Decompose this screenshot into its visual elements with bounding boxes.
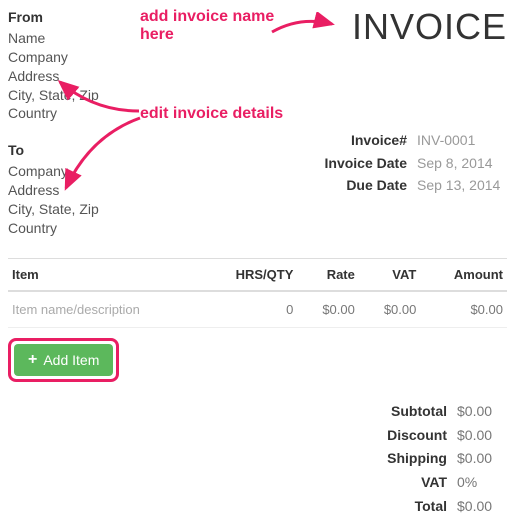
col-item: Item — [8, 258, 198, 291]
item-vat[interactable]: $0.00 — [359, 291, 420, 328]
item-rate[interactable]: $0.00 — [297, 291, 358, 328]
invoice-meta: Invoice# INV-0001 Invoice Date Sep 8, 20… — [312, 129, 507, 196]
col-qty: HRS/QTY — [198, 258, 298, 291]
total-label: Total — [377, 495, 447, 519]
due-date-label: Due Date — [312, 174, 407, 196]
col-rate: Rate — [297, 258, 358, 291]
item-amount: $0.00 — [420, 291, 507, 328]
due-date-value[interactable]: Sep 13, 2014 — [417, 174, 507, 196]
to-address[interactable]: Address — [8, 181, 99, 200]
invoice-date-value[interactable]: Sep 8, 2014 — [417, 152, 507, 174]
discount-label: Discount — [377, 424, 447, 448]
from-country[interactable]: Country — [8, 104, 99, 123]
to-label: To — [8, 141, 99, 160]
from-label: From — [8, 8, 99, 27]
add-item-highlight: + Add Item — [8, 338, 119, 382]
table-row[interactable]: Item name/description 0 $0.00 $0.00 $0.0… — [8, 291, 507, 328]
invoice-date-label: Invoice Date — [312, 152, 407, 174]
from-name-input[interactable] — [8, 30, 88, 46]
to-city-state-zip[interactable]: City, State, Zip — [8, 200, 99, 219]
to-country[interactable]: Country — [8, 219, 99, 238]
invoice-number-value[interactable]: INV-0001 — [417, 129, 507, 151]
item-qty[interactable]: 0 — [198, 291, 298, 328]
line-items-table: Item HRS/QTY Rate VAT Amount Item name/d… — [8, 258, 507, 328]
from-block: From Company Address City, State, Zip Co… — [8, 8, 99, 123]
total-value: $0.00 — [457, 495, 507, 519]
add-item-label: Add Item — [43, 352, 99, 368]
vat-value[interactable]: 0% — [457, 471, 507, 495]
to-block: To Company Address City, State, Zip Coun… — [8, 141, 99, 237]
add-item-button[interactable]: + Add Item — [14, 344, 113, 376]
shipping-label: Shipping — [377, 447, 447, 471]
item-description[interactable]: Item name/description — [8, 291, 198, 328]
subtotal-value: $0.00 — [457, 400, 507, 424]
subtotal-label: Subtotal — [377, 400, 447, 424]
col-amount: Amount — [420, 258, 507, 291]
col-vat: VAT — [359, 258, 420, 291]
vat-label: VAT — [377, 471, 447, 495]
shipping-value[interactable]: $0.00 — [457, 447, 507, 471]
invoice-number-label: Invoice# — [312, 129, 407, 151]
invoice-title[interactable]: INVOICE — [352, 6, 507, 48]
from-city-state-zip[interactable]: City, State, Zip — [8, 86, 99, 105]
plus-icon: + — [28, 352, 37, 368]
to-company[interactable]: Company — [8, 162, 99, 181]
from-company[interactable]: Company — [8, 48, 99, 67]
from-address[interactable]: Address — [8, 67, 99, 86]
discount-value[interactable]: $0.00 — [457, 424, 507, 448]
